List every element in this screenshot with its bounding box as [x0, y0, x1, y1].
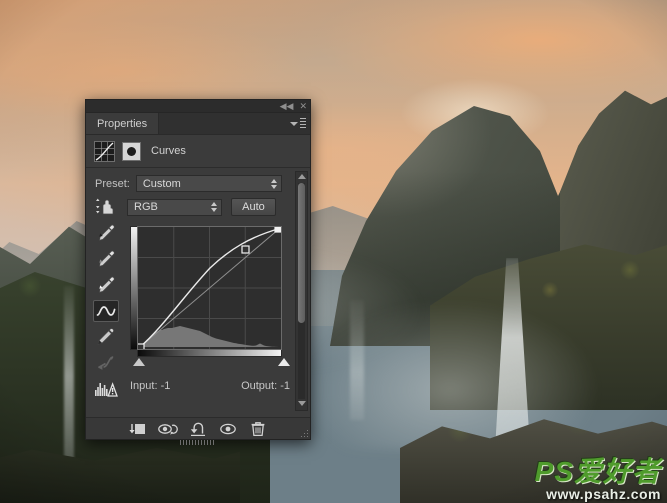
preset-row: Preset: Custom: [86, 175, 310, 192]
delete-layer-button[interactable]: [245, 420, 272, 438]
preset-label: Preset:: [95, 178, 130, 190]
input-value: -1: [161, 380, 171, 392]
input-label: Input:: [130, 380, 158, 392]
panel-bottom-grip[interactable]: [180, 440, 216, 445]
close-icon[interactable]: ✕: [299, 102, 307, 111]
panel-titlebar[interactable]: ◀◀ ✕: [86, 100, 310, 113]
panel-menu-icon[interactable]: [290, 118, 306, 130]
curves-graph[interactable]: [130, 226, 286, 369]
hamburger-lines-icon: [300, 118, 306, 130]
spinner-arrows-icon: [271, 179, 277, 189]
watermark-logo-text: PS爱好者: [535, 458, 661, 486]
input-output-readout: Input: -1 Output: -1: [130, 380, 290, 392]
output-readout: Output: -1: [241, 380, 290, 392]
scroll-down-arrow-icon[interactable]: [298, 401, 306, 406]
panel-tabstrip[interactable]: Properties: [86, 113, 310, 135]
curves-display-options[interactable]: [93, 378, 119, 400]
white-point-eyedropper[interactable]: [93, 274, 119, 296]
preset-select-value: Custom: [143, 178, 181, 190]
collapse-double-left-icon[interactable]: ◀◀: [280, 102, 294, 111]
curves-adjustment-icon[interactable]: [94, 141, 115, 162]
auto-button[interactable]: Auto: [231, 198, 276, 216]
scrollbar-thumb[interactable]: [298, 183, 305, 323]
input-gradient-bar: [137, 350, 282, 357]
black-point-slider[interactable]: [133, 358, 145, 366]
previous-state-button[interactable]: [155, 420, 182, 438]
panel-footer: [86, 417, 310, 439]
reset-button[interactable]: [185, 420, 212, 438]
draw-curve-pencil-tool[interactable]: [93, 326, 119, 348]
edit-points-tool[interactable]: [93, 300, 119, 322]
output-value: -1: [280, 380, 290, 392]
curve-grid[interactable]: [137, 226, 282, 350]
curve-plot[interactable]: [138, 227, 281, 349]
on-image-adjustment-tool[interactable]: [93, 196, 119, 218]
panel-resize-grip[interactable]: [300, 429, 309, 438]
clip-to-layer-button[interactable]: [125, 420, 152, 438]
chevron-down-icon: [290, 122, 298, 126]
properties-panel[interactable]: ◀◀ ✕ Properties Curves: [85, 99, 311, 440]
blackwhite-point-sliders[interactable]: [137, 357, 284, 369]
watermark-url-text: www.psahz.com: [535, 487, 661, 501]
gray-point-eyedropper[interactable]: [93, 248, 119, 270]
site-watermark: PS爱好者 www.psahz.com: [535, 458, 661, 501]
preset-select[interactable]: Custom: [136, 175, 282, 192]
spinner-arrows-icon: [211, 202, 217, 212]
curves-tool-column: [89, 196, 123, 400]
output-label: Output:: [241, 380, 277, 392]
mask-dot-shape: [127, 147, 136, 156]
white-point-slider[interactable]: [278, 358, 290, 366]
adjustment-header: Curves: [86, 135, 310, 168]
black-point-eyedropper[interactable]: [93, 222, 119, 244]
channel-select-value: RGB: [134, 201, 158, 213]
tab-properties[interactable]: Properties: [86, 113, 159, 134]
panel-vertical-scrollbar[interactable]: [295, 171, 308, 411]
panel-body: Preset: Custom RGB Auto: [86, 168, 310, 414]
input-readout: Input: -1: [130, 380, 170, 392]
page-title: Curves: [151, 145, 186, 157]
output-gradient-bar: [130, 226, 137, 350]
layer-mask-thumbnail-icon[interactable]: [122, 142, 141, 161]
channel-select[interactable]: RGB: [127, 199, 222, 216]
scroll-up-arrow-icon[interactable]: [298, 174, 306, 179]
toggle-visibility-button[interactable]: [215, 420, 242, 438]
smooth-curve-button: [93, 352, 119, 374]
